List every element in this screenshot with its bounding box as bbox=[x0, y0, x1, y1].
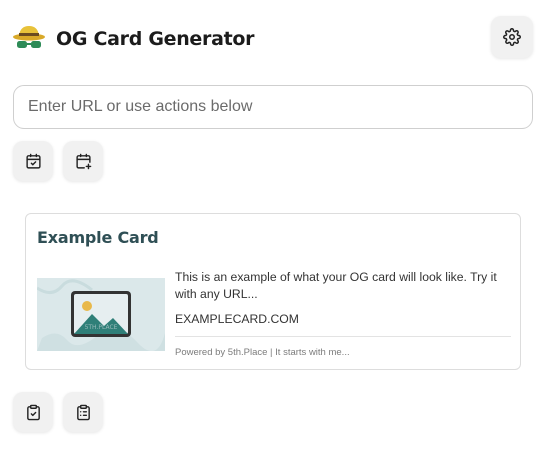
og-card-preview: Example Card 5TH.PLACE This is an exampl… bbox=[25, 213, 521, 370]
card-image: 5TH.PLACE bbox=[37, 278, 165, 351]
spy-hat-glasses-icon bbox=[13, 26, 45, 48]
card-title: Example Card bbox=[37, 228, 159, 247]
copy-list-button[interactable] bbox=[63, 392, 103, 432]
card-domain: EXAMPLECARD.COM bbox=[175, 312, 299, 326]
card-description: This is an example of what your OG card … bbox=[175, 270, 497, 301]
picture-frame-icon: 5TH.PLACE bbox=[37, 278, 165, 351]
calendar-plus-button[interactable] bbox=[63, 141, 103, 181]
copy-check-button[interactable] bbox=[13, 392, 53, 432]
calendar-plus-icon bbox=[75, 153, 91, 169]
gear-icon bbox=[503, 28, 521, 46]
og-card-generator-app: OG Card Generator Examp bbox=[0, 0, 553, 458]
url-input[interactable] bbox=[13, 85, 533, 129]
clipboard-check-icon bbox=[26, 404, 40, 420]
calendar-check-icon bbox=[25, 153, 41, 169]
clipboard-list-icon bbox=[76, 404, 90, 420]
calendar-check-button[interactable] bbox=[13, 141, 53, 181]
svg-text:5TH.PLACE: 5TH.PLACE bbox=[85, 324, 118, 331]
header: OG Card Generator bbox=[12, 14, 533, 64]
settings-button[interactable] bbox=[491, 16, 533, 58]
card-divider bbox=[175, 336, 511, 337]
card-footer: Powered by 5th.Place | It starts with me… bbox=[175, 347, 350, 358]
app-title: OG Card Generator bbox=[56, 28, 255, 50]
